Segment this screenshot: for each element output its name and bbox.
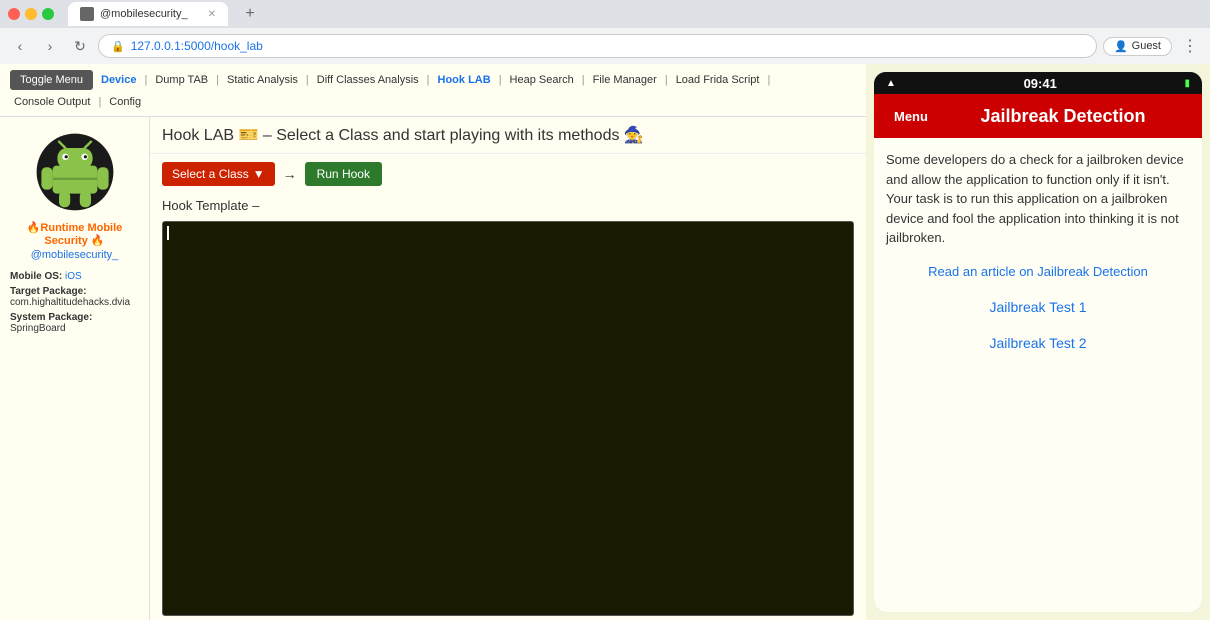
back-button[interactable]: ‹	[8, 34, 32, 58]
browser-menu-icon[interactable]: ⋮	[1178, 34, 1202, 58]
mobile-os-label: Mobile OS: iOS	[10, 271, 139, 282]
address-bar[interactable]: 🔒 127.0.0.1:5000/hook_lab	[98, 34, 1097, 58]
phone-screen: Menu Jailbreak Detection Some developers…	[874, 94, 1202, 612]
sidebar-title: 🔥Runtime Mobile Security 🔥	[10, 221, 139, 247]
nav-diff-classes[interactable]: Diff Classes Analysis	[313, 72, 423, 88]
guest-icon: 👤	[1114, 40, 1128, 53]
page-title: Hook LAB 🎫 – Select a Class and start pl…	[162, 127, 644, 144]
system-pkg-section: System Package: SpringBoard	[10, 312, 139, 334]
status-right: ▮	[1184, 78, 1190, 89]
main-layout: Toggle Menu Device | Dump TAB | Static A…	[0, 64, 1210, 620]
phone-status-bar: ▲ 09:41 ▮	[874, 72, 1202, 94]
guest-button[interactable]: 👤 Guest	[1103, 37, 1172, 56]
browser-content: Toggle Menu Device | Dump TAB | Static A…	[0, 64, 866, 620]
target-pkg-label: Target Package:	[10, 286, 139, 297]
status-time: 09:41	[1024, 76, 1057, 91]
target-pkg-value: com.highaltitudehacks.dvia	[10, 297, 139, 308]
sidebar-username[interactable]: @mobilesecurity_	[31, 249, 119, 261]
content-area: Hook LAB 🎫 – Select a Class and start pl…	[150, 117, 866, 620]
phone-header-title: Jailbreak Detection	[936, 106, 1190, 127]
browser-tab[interactable]: @mobilesecurity_ ✕	[68, 2, 228, 26]
nav-device[interactable]: Device	[97, 72, 140, 88]
nav-file-manager[interactable]: File Manager	[589, 72, 661, 88]
hook-editor[interactable]	[162, 221, 854, 616]
battery-icon: ▮	[1184, 78, 1190, 89]
toggle-menu-button[interactable]: Toggle Menu	[10, 70, 93, 90]
phone-device: ▲ 09:41 ▮ Menu Jailbreak Detection Some …	[874, 72, 1202, 612]
system-pkg-value: SpringBoard	[10, 323, 139, 334]
phone-header: Menu Jailbreak Detection	[874, 94, 1202, 138]
target-pkg-section: Target Package: com.highaltitudehacks.dv…	[10, 286, 139, 308]
sidebar-info: Mobile OS: iOS Target Package: com.higha…	[10, 271, 139, 334]
phone-description: Some developers do a check for a jailbro…	[886, 150, 1190, 248]
system-pkg-label: System Package:	[10, 312, 139, 323]
close-button[interactable]	[8, 8, 20, 20]
forward-button[interactable]: ›	[38, 34, 62, 58]
hook-template-label: Hook Template –	[150, 194, 866, 217]
nav-console-output[interactable]: Console Output	[10, 94, 94, 110]
nav-load-frida[interactable]: Load Frida Script	[672, 72, 764, 88]
reload-button[interactable]: ↻	[68, 34, 92, 58]
nav-hook-lab[interactable]: Hook LAB	[434, 72, 495, 88]
tab-favicon	[80, 7, 94, 21]
maximize-button[interactable]	[42, 8, 54, 20]
article-link[interactable]: Read an article on Jailbreak Detection	[886, 264, 1190, 279]
address-text: 127.0.0.1:5000/hook_lab	[131, 39, 1084, 53]
browser-titlebar: @mobilesecurity_ ✕ +	[0, 0, 1210, 28]
new-tab-button[interactable]: +	[238, 2, 262, 26]
nav-static-analysis[interactable]: Static Analysis	[223, 72, 302, 88]
jailbreak-test1-link[interactable]: Jailbreak Test 1	[886, 299, 1190, 315]
android-logo	[35, 132, 115, 212]
nav-config[interactable]: Config	[105, 94, 145, 110]
window-controls	[8, 8, 54, 20]
browser-chrome: @mobilesecurity_ ✕ + ‹ › ↻ 🔒 127.0.0.1:5…	[0, 0, 1210, 64]
dropdown-icon: ▼	[253, 167, 265, 181]
nav-dump-tab[interactable]: Dump TAB	[151, 72, 212, 88]
phone-panel: ▲ 09:41 ▮ Menu Jailbreak Detection Some …	[866, 64, 1210, 620]
phone-menu-button[interactable]: Menu	[886, 105, 936, 128]
page-title-bar: Hook LAB 🎫 – Select a Class and start pl…	[150, 117, 866, 154]
lock-icon: 🔒	[111, 40, 125, 53]
nav-heap-search[interactable]: Heap Search	[506, 72, 578, 88]
arrow-icon: →	[283, 166, 297, 182]
wifi-icon: ▲	[886, 78, 896, 89]
editor-cursor	[167, 226, 169, 240]
browser-toolbar: ‹ › ↻ 🔒 127.0.0.1:5000/hook_lab 👤 Guest …	[0, 28, 1210, 64]
phone-content: Some developers do a check for a jailbro…	[874, 138, 1202, 612]
top-navigation: Toggle Menu Device | Dump TAB | Static A…	[0, 64, 866, 117]
status-left: ▲	[886, 78, 896, 89]
hook-actions: Select a Class ▼ → Run Hook	[150, 154, 866, 194]
select-class-label: Select a Class	[172, 167, 249, 181]
minimize-button[interactable]	[25, 8, 37, 20]
sidebar: 🔥Runtime Mobile Security 🔥 @mobilesecuri…	[0, 117, 150, 620]
run-hook-button[interactable]: Run Hook	[305, 162, 382, 186]
tab-title: @mobilesecurity_	[100, 8, 202, 20]
jailbreak-test2-link[interactable]: Jailbreak Test 2	[886, 335, 1190, 351]
guest-label: Guest	[1132, 40, 1161, 52]
tab-close-icon[interactable]: ✕	[208, 9, 216, 20]
mobile-os-value: iOS	[65, 271, 82, 282]
select-class-button[interactable]: Select a Class ▼	[162, 162, 275, 186]
